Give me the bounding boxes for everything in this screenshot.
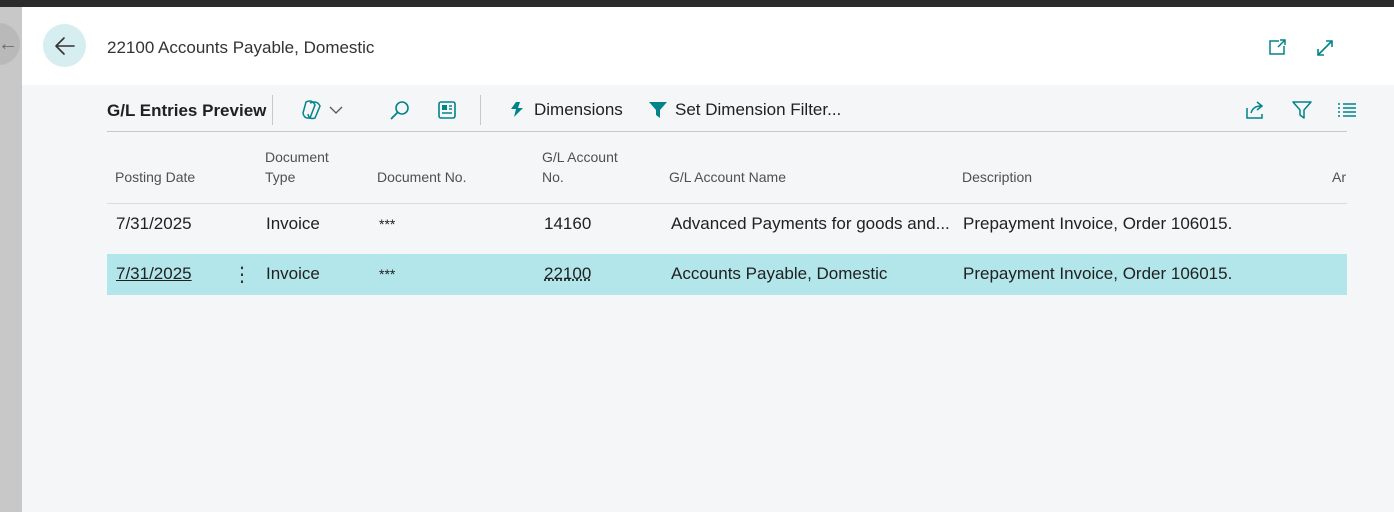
- row-actions-menu-icon[interactable]: ⋮: [232, 262, 252, 287]
- set-dimension-filter-button[interactable]: Set Dimension Filter...: [648, 98, 841, 122]
- filter-pane-button[interactable]: [1291, 98, 1313, 122]
- document-type-cell: Invoice: [266, 264, 320, 283]
- edit-list-button[interactable]: [436, 98, 458, 122]
- posting-date-cell[interactable]: 7/31/2025: [116, 264, 192, 284]
- background-page-strip: ←: [0, 7, 22, 512]
- copilot-icon: [302, 100, 321, 120]
- description-cell: Prepayment Invoice, Order 106015.: [963, 214, 1233, 233]
- column-header-truncated[interactable]: Ar: [1332, 147, 1347, 187]
- account-name-cell: Advanced Payments for goods and...: [671, 214, 950, 233]
- arrow-left-icon: [54, 36, 75, 55]
- expand-button[interactable]: [1314, 37, 1336, 59]
- dialog-header: 22100 Accounts Payable, Domestic: [22, 7, 1394, 85]
- action-bar: G/L Entries Preview Dimensions Set Dimen…: [107, 95, 1356, 131]
- account-no-cell[interactable]: 22100: [544, 264, 591, 284]
- back-button[interactable]: [43, 24, 86, 67]
- edit-list-icon: [438, 101, 456, 119]
- window-top-bar: [0, 0, 1394, 7]
- open-new-window-button[interactable]: [1267, 37, 1289, 59]
- list-view-button[interactable]: [1336, 98, 1358, 122]
- share-button[interactable]: [1244, 98, 1266, 122]
- table-row[interactable]: 7/31/2025 Invoice *** 14160 Advanced Pay…: [107, 204, 1347, 245]
- toolbar-separator: [272, 95, 273, 125]
- document-type-cell: Invoice: [266, 214, 320, 233]
- dialog-panel: 22100 Accounts Payable, Domestic G/L Ent…: [22, 7, 1394, 512]
- list-view-icon: [1338, 103, 1356, 117]
- share-icon: [1246, 101, 1264, 119]
- table-row-selected[interactable]: 7/31/2025 ⋮ Invoice *** 22100 Accounts P…: [107, 254, 1347, 295]
- description-cell: Prepayment Invoice, Order 106015.: [963, 264, 1233, 283]
- column-header-document-no[interactable]: Document No.: [377, 147, 466, 187]
- column-header-document-type[interactable]: Document Type: [265, 147, 329, 187]
- column-header-description[interactable]: Description: [962, 147, 1032, 187]
- dimensions-button[interactable]: Dimensions: [507, 98, 623, 122]
- document-no-cell: ***: [379, 216, 396, 232]
- column-header-account-no[interactable]: G/L Account No.: [542, 147, 618, 187]
- filter-icon: [1292, 101, 1312, 119]
- posting-date-cell[interactable]: 7/31/2025: [116, 214, 192, 234]
- dimensions-label: Dimensions: [534, 100, 623, 119]
- toolbar-separator: [480, 95, 481, 125]
- page-part-title: G/L Entries Preview: [107, 101, 267, 120]
- page-title: 22100 Accounts Payable, Domestic: [107, 38, 375, 57]
- copilot-menu-button[interactable]: [300, 98, 344, 122]
- account-no-cell[interactable]: 14160: [544, 214, 591, 234]
- document-no-cell: ***: [379, 266, 396, 282]
- toolbar-divider: [107, 131, 1347, 132]
- column-header-posting-date[interactable]: Posting Date: [115, 147, 195, 187]
- dimensions-icon: [511, 102, 523, 117]
- column-header-account-name[interactable]: G/L Account Name: [669, 147, 786, 187]
- open-new-window-icon: [1269, 39, 1286, 55]
- set-dimension-filter-label: Set Dimension Filter...: [675, 100, 842, 119]
- background-back-button: ←: [0, 23, 20, 65]
- filter-funnel-icon: [649, 102, 667, 118]
- chevron-down-icon: [329, 106, 343, 114]
- account-name-cell: Accounts Payable, Domestic: [671, 264, 888, 283]
- expand-icon: [1317, 40, 1333, 56]
- search-button[interactable]: [389, 98, 411, 122]
- search-icon: [390, 101, 409, 120]
